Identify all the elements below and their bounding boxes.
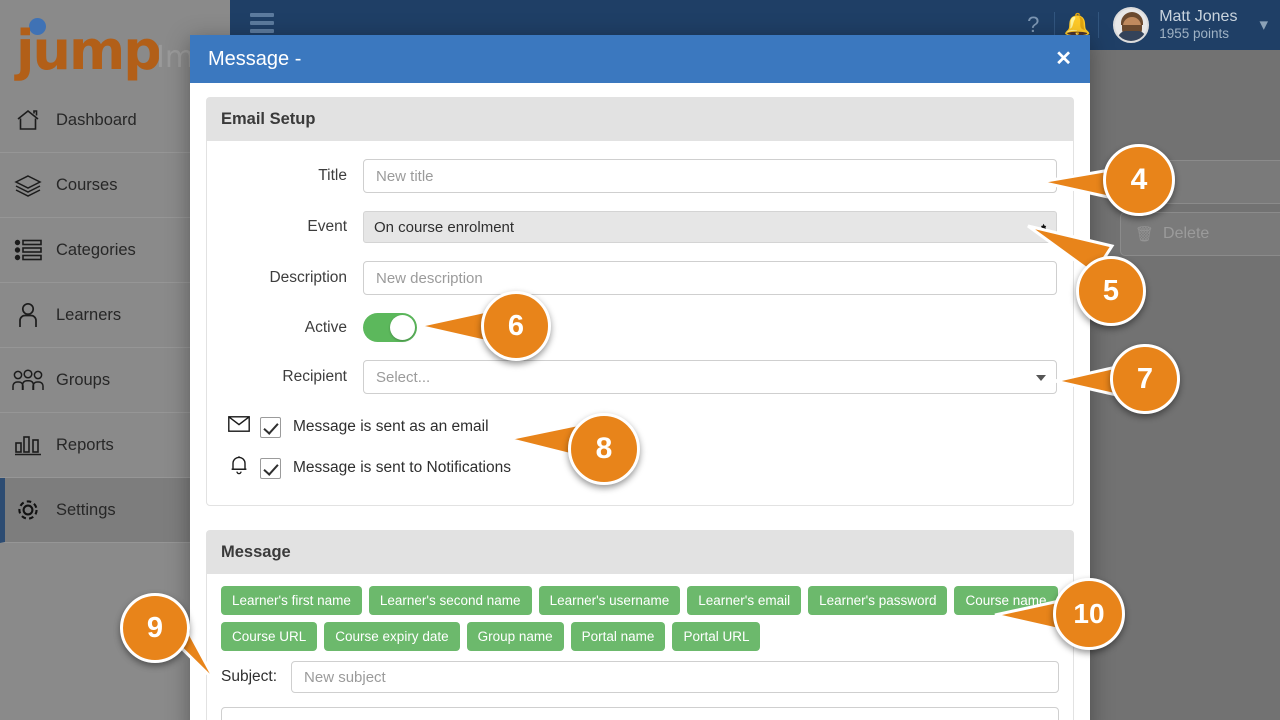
callout-badge-10: 10 (1053, 578, 1125, 650)
sidebar-item-label: Settings (56, 500, 116, 519)
callout-number: 4 (1130, 163, 1148, 196)
merge-tag-list: Learner's first name Learner's second nam… (207, 574, 1073, 653)
recipient-select[interactable]: Select... (363, 360, 1057, 394)
merge-tag[interactable]: Group name (466, 622, 564, 651)
callout-number: 5 (1102, 274, 1120, 307)
sidebar-item-label: Reports (56, 435, 114, 454)
callout-badge-5: 5 (1076, 256, 1146, 326)
title-field-row: Title (207, 159, 1073, 193)
background-delete-button[interactable]: 🗑 Delete (1120, 212, 1280, 256)
send-as-email-row: Message is sent as an email (223, 416, 1073, 438)
message-panel: Message Learner's first name Learner's se… (206, 530, 1074, 720)
send-to-notifications-checkbox[interactable] (260, 457, 281, 479)
recipient-field-row: Recipient Select... (207, 360, 1073, 394)
trash-icon: 🗑 (1135, 226, 1155, 243)
sidebar-item-label: Groups (56, 370, 111, 389)
modal-title: Message - (208, 47, 302, 70)
callout-number: 6 (507, 309, 525, 342)
email-setup-panel: Email Setup Title Event On c (206, 97, 1074, 506)
merge-tag[interactable]: Portal name (570, 622, 666, 651)
message-panel-title: Message (207, 531, 1073, 574)
merge-tag[interactable]: Learner's email (687, 586, 802, 615)
subject-input[interactable] (291, 661, 1059, 693)
event-selected-value: On course enrolment (374, 218, 515, 236)
merge-tag[interactable]: Learner's username (538, 586, 681, 615)
send-to-notifications-label: Message is sent to Notifications (293, 459, 511, 476)
send-as-email-checkbox[interactable] (260, 416, 281, 438)
hamburger-menu-icon[interactable] (250, 13, 274, 35)
bar-chart-icon (0, 434, 56, 456)
avatar (1113, 7, 1150, 43)
merge-tag[interactable]: Learner's second name (368, 586, 532, 615)
callout-number: 10 (1073, 598, 1105, 629)
modal-header: Message - ✕ (190, 35, 1090, 83)
user-points: 1955 points (1159, 26, 1229, 42)
merge-tag[interactable]: Portal URL (672, 622, 761, 651)
send-to-notifications-row: Message is sent to Notifications (223, 455, 1073, 481)
callout-badge-8: 8 (568, 413, 640, 485)
active-field-row: Active (207, 313, 1073, 342)
event-field-row: Event On course enrolment ▲▼ (207, 211, 1073, 243)
callout-badge-4: 4 (1103, 144, 1175, 216)
logo-text: jump (16, 19, 162, 82)
envelope-icon (223, 416, 255, 438)
callout-badge-9: 9 (120, 593, 190, 663)
callout-number: 8 (595, 432, 613, 465)
event-label: Event (307, 218, 347, 235)
title-input[interactable] (363, 159, 1057, 193)
home-icon (0, 108, 56, 132)
user-name: Matt Jones (1159, 8, 1238, 26)
sidebar-item-label: Learners (56, 305, 122, 324)
list-icon (0, 239, 56, 261)
description-label: Description (269, 269, 347, 286)
description-field-row: Description (207, 261, 1073, 295)
gear-icon (0, 496, 56, 524)
sidebar-item-label: Courses (56, 175, 118, 194)
bell-icon (223, 455, 255, 481)
person-icon (0, 302, 56, 328)
callout-number: 7 (1136, 362, 1154, 395)
event-select[interactable]: On course enrolment (363, 211, 1057, 243)
merge-tag[interactable]: Course expiry date (324, 622, 460, 651)
merge-tag[interactable]: Learner's password (808, 586, 948, 615)
recipient-label: Recipient (282, 368, 347, 385)
books-icon (0, 173, 56, 197)
email-setup-title: Email Setup (207, 98, 1073, 141)
callout-badge-6: 6 (481, 291, 551, 361)
user-menu[interactable]: Matt Jones 1955 points ▾ (1099, 7, 1280, 43)
background-delete-label: Delete (1163, 225, 1210, 242)
sidebar-item-label: Categories (56, 240, 136, 259)
active-toggle[interactable] (363, 313, 417, 342)
logo-suffix: Im (156, 40, 195, 75)
send-as-email-label: Message is sent as an email (293, 418, 489, 435)
description-input[interactable] (363, 261, 1057, 295)
callout-number: 9 (146, 611, 164, 644)
title-label: Title (318, 167, 347, 184)
sidebar-item-label: Dashboard (56, 110, 137, 129)
callout-badge-7: 7 (1110, 344, 1180, 414)
active-label: Active (304, 318, 347, 336)
close-icon[interactable]: ✕ (1055, 49, 1072, 69)
chevron-down-icon[interactable]: ▾ (1259, 15, 1268, 35)
people-icon (0, 369, 56, 391)
chevron-down-icon (1036, 375, 1046, 381)
merge-tag[interactable]: Learner's first name (221, 586, 362, 615)
subject-row: Subject: (207, 653, 1073, 707)
message-modal: Message - ✕ Email Setup Title Event (190, 35, 1090, 720)
recipient-placeholder: Select... (376, 368, 431, 386)
message-body-input[interactable] (221, 707, 1059, 720)
